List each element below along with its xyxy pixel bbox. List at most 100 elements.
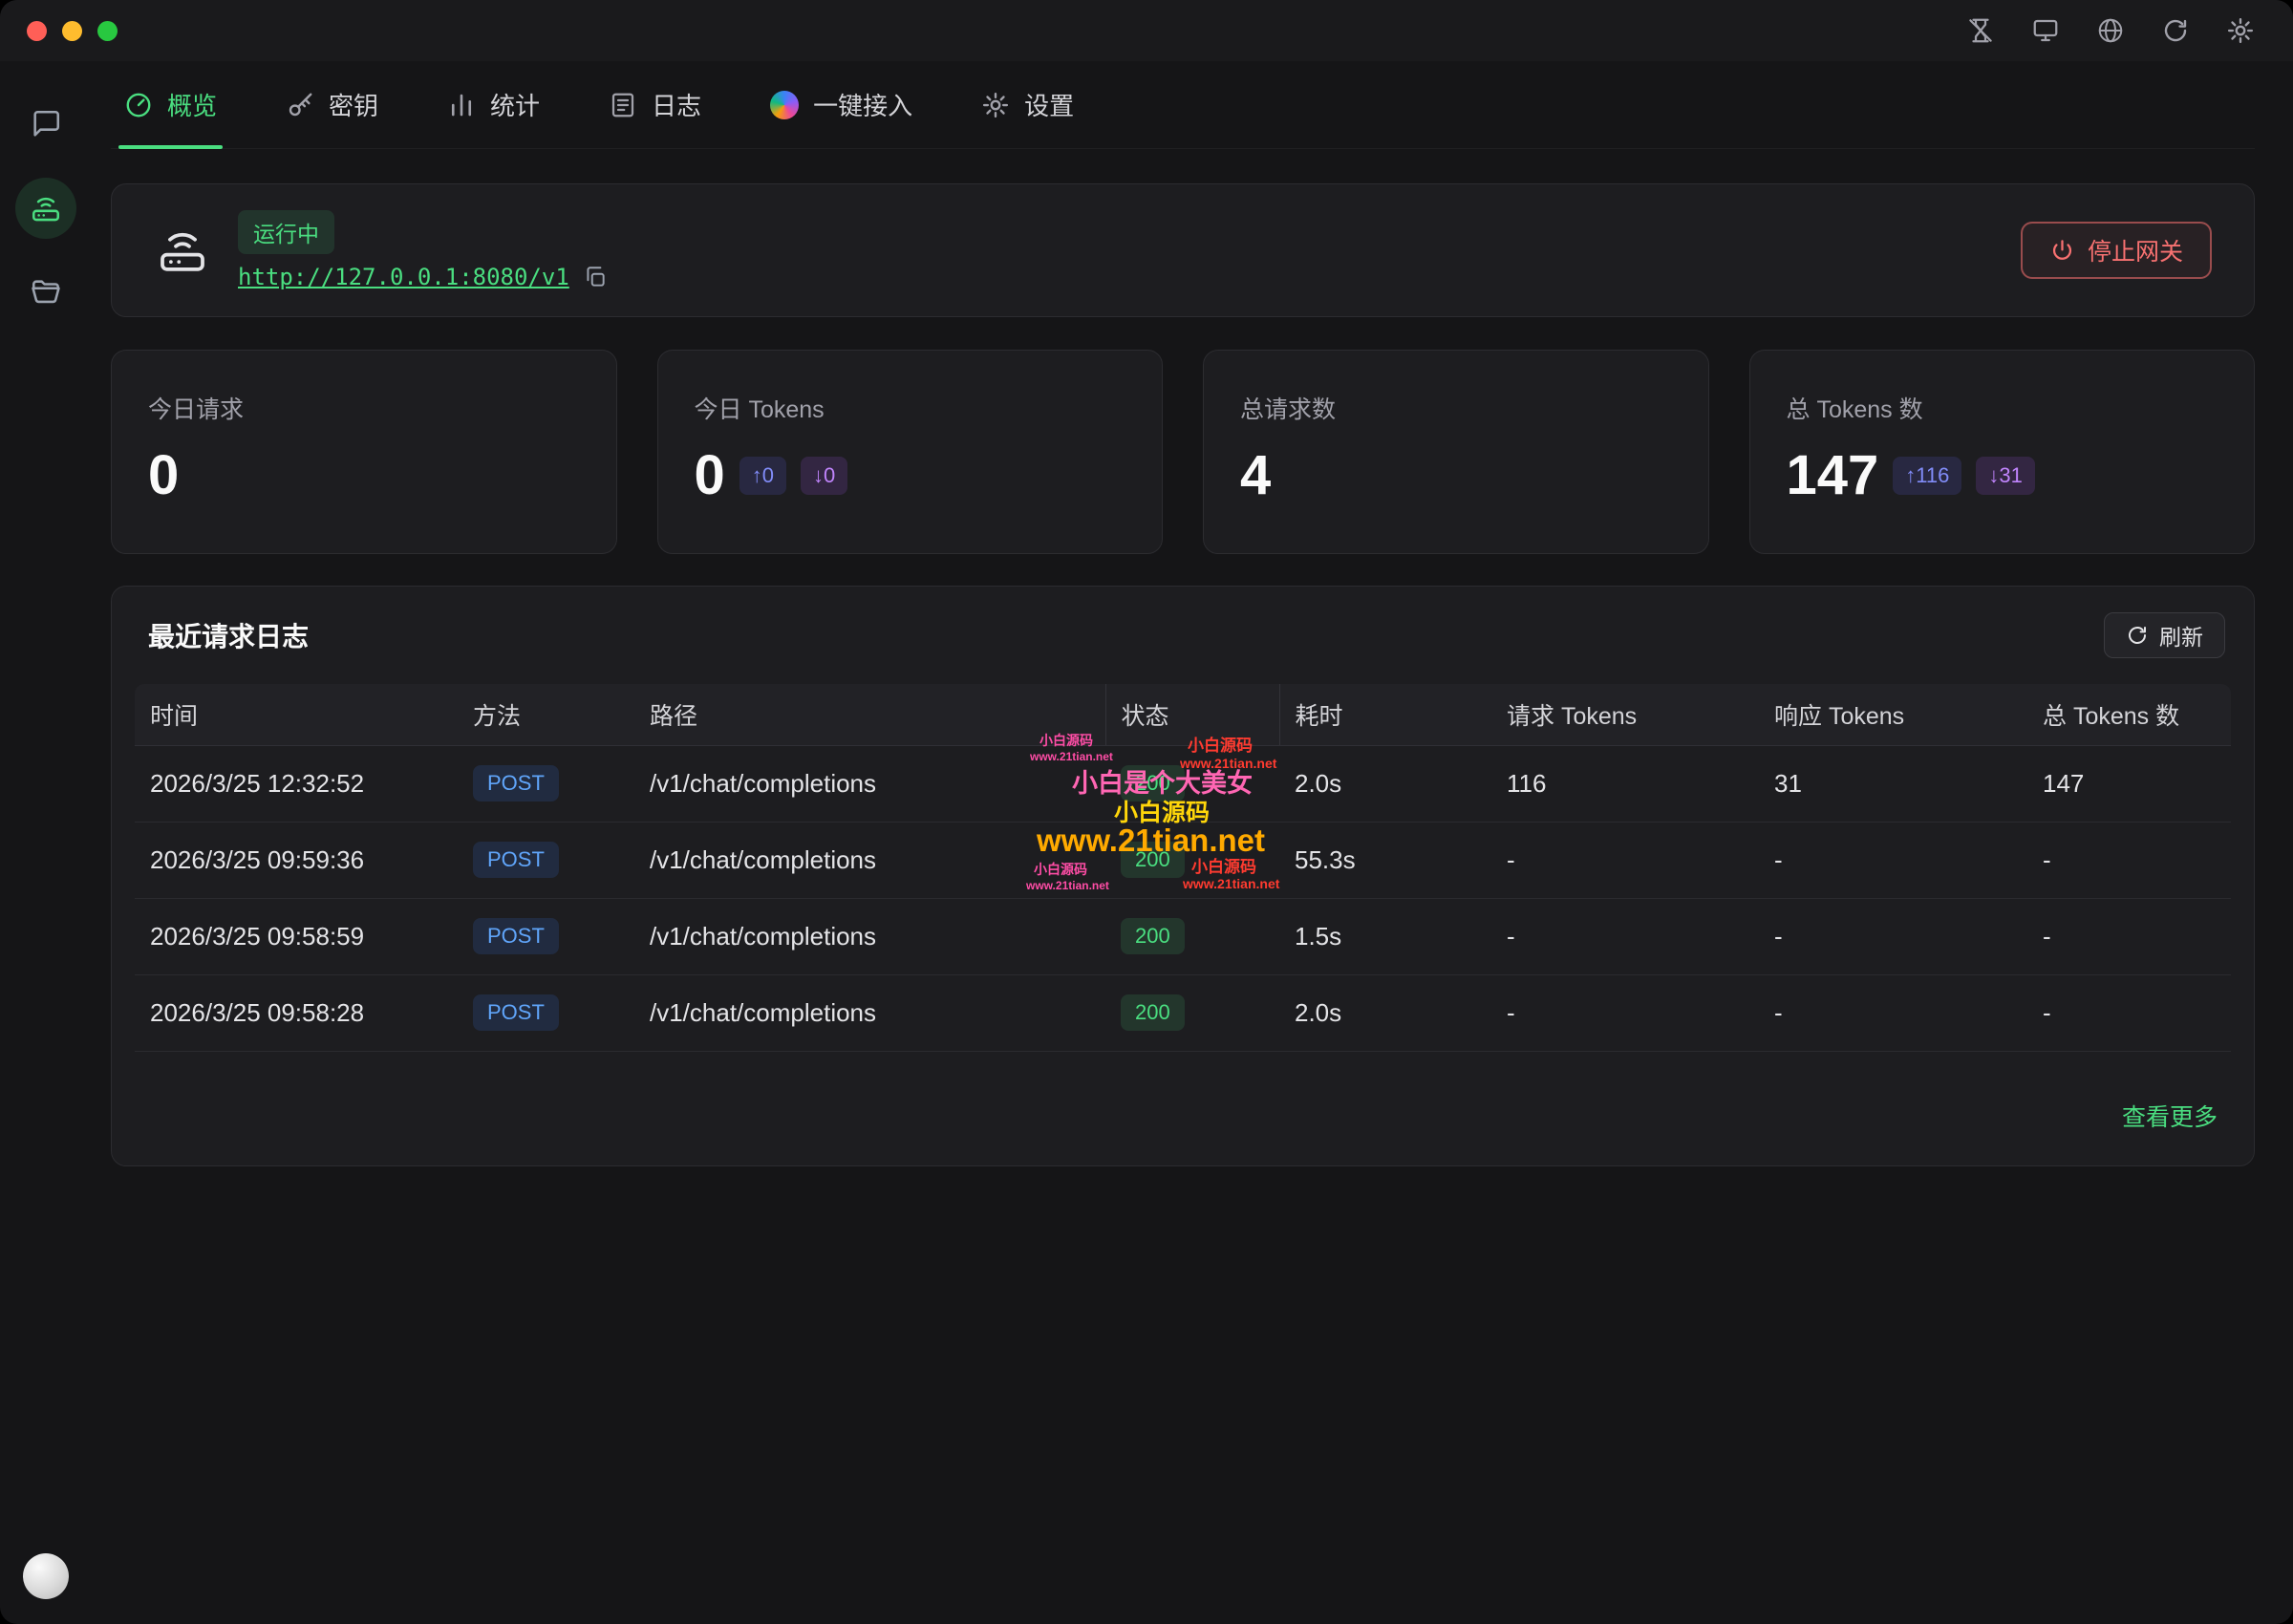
column-header-total-tokens: 总 Tokens 数 <box>2027 684 2231 745</box>
traffic-lights <box>27 21 118 41</box>
logs-icon <box>609 91 637 119</box>
globe-icon[interactable] <box>2096 16 2125 45</box>
stat-value: 0 <box>695 448 725 503</box>
table-row: 2026/3/25 12:32:52 POST/v1/chat/completio… <box>135 745 2231 822</box>
tokens-up-badge: ↑116 <box>1893 457 1961 495</box>
tab-bar: 概览 密钥 统计 日志 <box>111 61 2255 149</box>
table-row: 2026/3/25 09:58:28 POST/v1/chat/completio… <box>135 974 2231 1051</box>
bar-chart-icon <box>447 91 476 119</box>
log-response-tokens: - <box>1759 822 2027 898</box>
stat-value: 4 <box>1240 448 1271 503</box>
tab-oneclick[interactable]: 一键接入 <box>770 61 912 148</box>
titlebar-icons <box>1966 16 2255 45</box>
stat-label: 今日 Tokens <box>695 391 1126 425</box>
tab-stats[interactable]: 统计 <box>447 61 540 148</box>
log-status: 200 <box>1105 898 1279 974</box>
gear-icon[interactable] <box>2226 16 2255 45</box>
gateway-url-row: http://127.0.0.1:8080/v1 <box>238 264 608 290</box>
close-button[interactable] <box>27 21 47 41</box>
stat-card-total-tokens: 总 Tokens 数 147 ↑116 ↓31 <box>1749 350 2256 554</box>
tab-label: 统计 <box>490 87 540 122</box>
refresh-button[interactable]: 刷新 <box>2104 612 2225 658</box>
log-request-tokens: 116 <box>1491 745 1759 822</box>
method-badge: POST <box>473 765 559 801</box>
stat-card-today-requests: 今日请求 0 <box>111 350 617 554</box>
tab-overview[interactable]: 概览 <box>124 61 217 148</box>
log-total-tokens: - <box>2027 898 2231 974</box>
tab-keys[interactable]: 密钥 <box>286 61 378 148</box>
status-code-badge: 200 <box>1121 994 1185 1031</box>
tokens-down-badge: ↓0 <box>801 457 847 495</box>
log-path: /v1/chat/completions <box>634 822 1105 898</box>
tab-label: 概览 <box>167 87 217 122</box>
log-path: /v1/chat/completions <box>634 898 1105 974</box>
sidebar-item-gateway[interactable] <box>15 178 76 239</box>
titlebar <box>0 0 2293 61</box>
log-status: 200 <box>1105 974 1279 1051</box>
recent-logs-card: 最近请求日志 刷新 时间 <box>111 586 2255 1166</box>
log-path: /v1/chat/completions <box>634 974 1105 1051</box>
gateway-status-card: 运行中 http://127.0.0.1:8080/v1 停 <box>111 183 2255 317</box>
tab-label: 一键接入 <box>813 87 912 122</box>
status-code-badge: 200 <box>1121 765 1185 801</box>
sidebar-item-files[interactable] <box>15 262 76 323</box>
method-badge: POST <box>473 994 559 1031</box>
folder-icon <box>30 276 62 309</box>
log-duration: 55.3s <box>1279 822 1491 898</box>
log-duration: 1.5s <box>1279 898 1491 974</box>
column-header-method: 方法 <box>458 684 634 745</box>
log-time: 2026/3/25 12:32:52 <box>135 745 458 822</box>
minimize-button[interactable] <box>62 21 82 41</box>
method-badge: POST <box>473 918 559 954</box>
view-more-link[interactable]: 查看更多 <box>2122 1104 2218 1131</box>
app-window: 概览 密钥 统计 日志 <box>0 0 2293 1624</box>
log-duration: 2.0s <box>1279 974 1491 1051</box>
oneclick-logo-icon <box>770 91 799 119</box>
stop-gateway-label: 停止网关 <box>2088 233 2183 267</box>
zoom-button[interactable] <box>97 21 118 41</box>
user-avatar[interactable] <box>23 1553 69 1599</box>
tab-logs[interactable]: 日志 <box>609 61 701 148</box>
log-total-tokens: 147 <box>2027 745 2231 822</box>
method-badge: POST <box>473 842 559 878</box>
copy-icon[interactable] <box>583 265 608 289</box>
gateway-status-badge: 运行中 <box>238 210 334 254</box>
stat-card-total-requests: 总请求数 4 <box>1203 350 1709 554</box>
log-status: 200 <box>1105 745 1279 822</box>
main-content: 概览 密钥 统计 日志 <box>92 61 2293 1624</box>
gauge-icon <box>124 91 153 119</box>
stop-gateway-button[interactable]: 停止网关 <box>2021 222 2212 279</box>
log-request-tokens: - <box>1491 822 1759 898</box>
column-header-request-tokens: 请求 Tokens <box>1491 684 1759 745</box>
log-request-tokens: - <box>1491 974 1759 1051</box>
log-response-tokens: - <box>1759 898 2027 974</box>
refresh-icon[interactable] <box>2161 16 2190 45</box>
log-method: POST <box>458 745 634 822</box>
tab-settings[interactable]: 设置 <box>981 61 1074 148</box>
log-time: 2026/3/25 09:59:36 <box>135 822 458 898</box>
log-response-tokens: - <box>1759 974 2027 1051</box>
stat-value: 0 <box>148 448 179 503</box>
log-time: 2026/3/25 09:58:28 <box>135 974 458 1051</box>
tokens-up-badge: ↑0 <box>739 457 786 495</box>
sidebar-item-chat[interactable] <box>15 94 76 155</box>
view-more-row: 查看更多 <box>2122 1099 2218 1133</box>
table-header-row: 时间 方法 路径 状态 耗时 请求 Tokens 响应 Tokens 总 Tok… <box>135 684 2231 745</box>
log-method: POST <box>458 974 634 1051</box>
stat-label: 总 Tokens 数 <box>1787 391 2218 425</box>
column-header-response-tokens: 响应 Tokens <box>1759 684 2027 745</box>
gateway-info: 运行中 http://127.0.0.1:8080/v1 <box>238 210 608 290</box>
logs-title: 最近请求日志 <box>148 616 309 654</box>
router-icon <box>156 224 209 277</box>
hourglass-off-icon[interactable] <box>1966 16 1995 45</box>
gear-icon <box>981 91 1010 119</box>
column-header-status: 状态 <box>1105 684 1279 745</box>
gateway-url-link[interactable]: http://127.0.0.1:8080/v1 <box>238 264 569 290</box>
log-path: /v1/chat/completions <box>634 745 1105 822</box>
stat-label: 今日请求 <box>148 391 580 425</box>
app-body: 概览 密钥 统计 日志 <box>0 61 2293 1624</box>
stat-label: 总请求数 <box>1240 391 1672 425</box>
display-icon[interactable] <box>2031 16 2060 45</box>
log-method: POST <box>458 822 634 898</box>
log-duration: 2.0s <box>1279 745 1491 822</box>
